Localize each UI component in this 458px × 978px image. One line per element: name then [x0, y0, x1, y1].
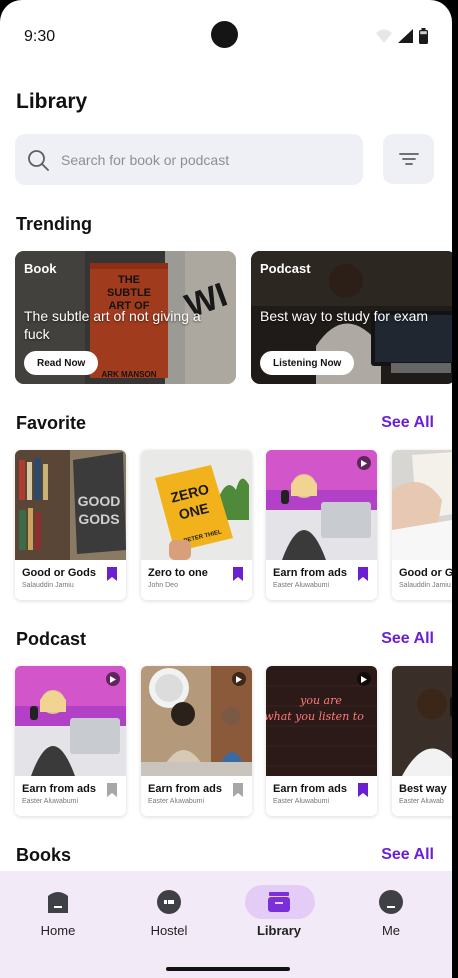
read-now-button[interactable]: Read Now: [24, 351, 99, 375]
phone-screen: 9:30 Library Trending THE SUBTLE ART OF …: [0, 0, 452, 978]
favorite-card[interactable]: Earn from ads Easter Aluwabumi: [266, 450, 377, 600]
play-badge-icon: [232, 672, 246, 686]
nav-item-library[interactable]: Library: [239, 885, 319, 938]
bookmark-icon[interactable]: [106, 783, 118, 797]
trending-card-book[interactable]: THE SUBTLE ART OF ARK MANSON WI Book The…: [15, 251, 236, 384]
section-title-books: Books: [16, 845, 72, 865]
wifi-icon: [376, 29, 392, 43]
card-author: Easter Aluwab: [399, 798, 444, 805]
nav-label: Home: [40, 923, 76, 938]
trending-tag: Book: [24, 261, 57, 276]
filter-button[interactable]: [383, 134, 434, 184]
trending-tag: Podcast: [260, 261, 311, 276]
card-author: Easter Aluwabumi: [273, 798, 330, 805]
book-thumbnail: GOOD GODS: [15, 450, 126, 560]
favorite-see-all-link[interactable]: See All: [381, 414, 434, 432]
battery-icon: [419, 28, 428, 44]
profile-icon: [378, 889, 404, 915]
nav-label: Library: [256, 923, 302, 938]
home-icon: [45, 889, 71, 915]
bookmark-icon[interactable]: [232, 567, 244, 581]
card-title: Earn from ads: [273, 567, 347, 579]
page-title: Library: [16, 90, 88, 113]
nav-item-me[interactable]: Me: [351, 885, 431, 938]
podcast-see-all-link[interactable]: See All: [381, 630, 434, 648]
card-author: Salauddin Jamiu: [22, 582, 74, 589]
search-icon: [28, 149, 49, 171]
filter-icon: [398, 153, 419, 165]
podcast-card[interactable]: Earn from ads Easter Aluwabumi: [15, 666, 126, 816]
signal-icon: [398, 29, 413, 43]
nav-item-home[interactable]: Home: [18, 885, 98, 938]
card-author: Salauddin Jamiu: [399, 582, 451, 589]
podcast-card[interactable]: you are what you listen to Earn from ads…: [266, 666, 377, 816]
trending-card-podcast[interactable]: Podcast Best way to study for exam Liste…: [251, 251, 452, 384]
status-time: 9:30: [24, 28, 56, 45]
svg-text:GODS: GODS: [78, 511, 119, 527]
favorite-card[interactable]: GOOD GODS Good or Gods Salauddin Jamiu: [15, 450, 126, 600]
podcast-card[interactable]: Earn from ads Easter Aluwabumi: [141, 666, 252, 816]
card-author: Easter Aluwabumi: [148, 798, 205, 805]
card-title: Good or G: [399, 567, 452, 579]
library-icon: [266, 889, 292, 915]
section-title-favorite: Favorite: [16, 413, 87, 433]
card-author: Easter Aluwabumi: [22, 798, 79, 805]
card-author: John Deo: [148, 582, 178, 589]
section-title-trending: Trending: [16, 214, 92, 234]
play-badge-icon: [357, 672, 371, 686]
bookmark-icon[interactable]: [357, 567, 369, 581]
card-title: Earn from ads: [273, 783, 347, 795]
books-see-all-link[interactable]: See All: [381, 846, 434, 864]
search-input[interactable]: [61, 151, 331, 168]
hostel-icon: [156, 889, 182, 915]
status-bar: 9:30: [0, 0, 452, 70]
card-title: Good or Gods: [22, 567, 96, 579]
bookmark-icon[interactable]: [232, 783, 244, 797]
favorite-card[interactable]: Good or G Salauddin Jamiu: [392, 450, 452, 600]
play-badge-icon: [106, 672, 120, 686]
card-title: Zero to one: [148, 567, 208, 579]
trending-title: The subtle art of not giving a fuck: [24, 308, 201, 342]
nav-label: Me: [381, 923, 401, 938]
bookmark-icon[interactable]: [106, 567, 118, 581]
home-indicator[interactable]: [166, 967, 290, 971]
svg-text:GOOD: GOOD: [78, 493, 121, 509]
book-thumbnail: [392, 450, 452, 560]
section-title-podcast: Podcast: [16, 629, 87, 649]
podcast-card[interactable]: Best way Easter Aluwab: [392, 666, 452, 816]
card-title: Earn from ads: [22, 783, 96, 795]
front-camera: [211, 21, 238, 48]
card-title: Best way: [399, 783, 447, 795]
card-title: Earn from ads: [148, 783, 222, 795]
bottom-navigation: Home Hostel Library Me: [0, 871, 452, 978]
listening-now-button[interactable]: Listening Now: [260, 351, 355, 375]
system-icons: [376, 28, 428, 44]
svg-text:you are: you are: [299, 694, 342, 707]
favorite-card[interactable]: ZERO ONE PETER THIEL Zero to one John De…: [141, 450, 252, 600]
podcast-thumbnail: [392, 666, 452, 776]
nav-item-hostel[interactable]: Hostel: [129, 885, 209, 938]
bookmark-icon[interactable]: [357, 783, 369, 797]
trending-title: Best way to study for exam: [260, 308, 429, 324]
svg-text:what you listen to: what you listen to: [266, 710, 364, 723]
nav-label: Hostel: [150, 923, 188, 938]
search-bar[interactable]: [15, 134, 363, 185]
play-badge-icon: [357, 456, 371, 470]
book-thumbnail: ZERO ONE PETER THIEL: [141, 450, 252, 560]
card-author: Easter Aluwabumi: [273, 582, 330, 589]
